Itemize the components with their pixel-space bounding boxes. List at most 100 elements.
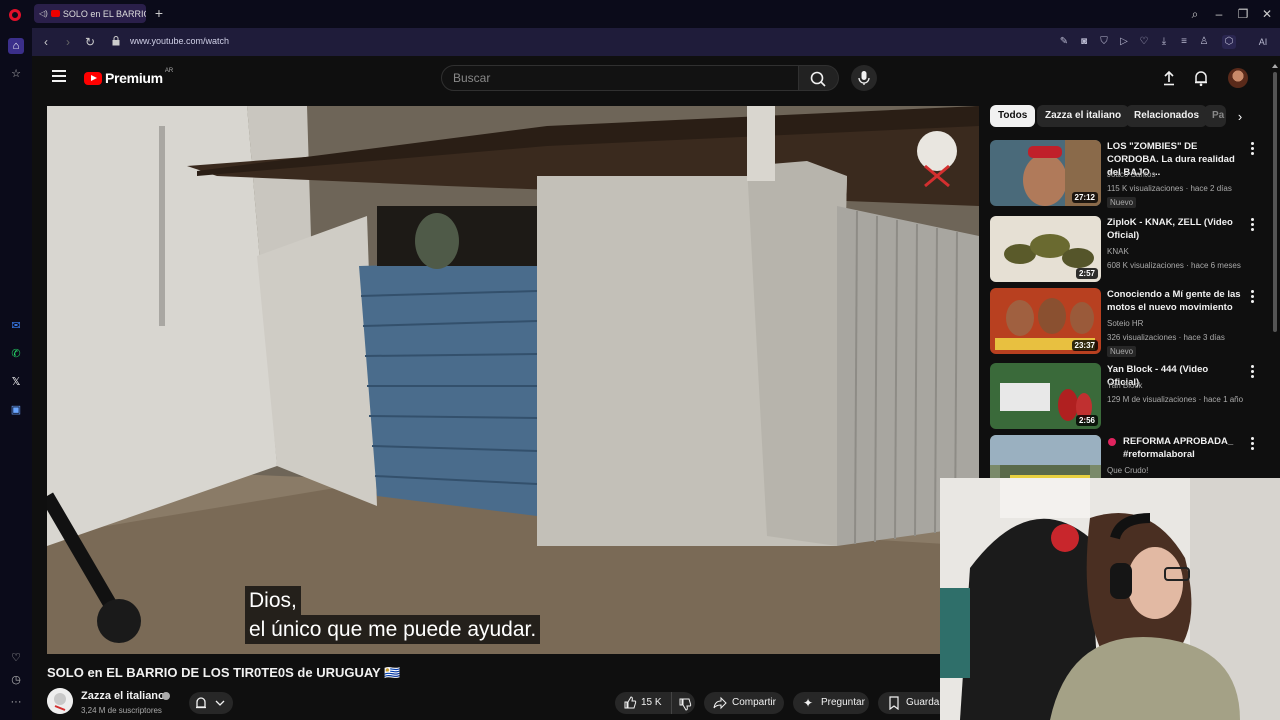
bookmark-icon — [889, 696, 899, 710]
x-icon[interactable]: 𝕏 — [8, 374, 24, 390]
recommendation-title[interactable]: REFORMA APROBADA_ #reformalaboral — [1107, 435, 1241, 461]
extensions-icon[interactable]: ⬡ — [1222, 35, 1236, 49]
chip-related[interactable]: Relacionados — [1126, 105, 1208, 127]
ask-button[interactable]: ✦ Preguntar — [793, 692, 869, 714]
new-badge: Nuevo — [1107, 346, 1137, 357]
share-icon — [713, 696, 727, 710]
favorites-heart-icon[interactable]: ♡ — [8, 650, 24, 666]
download-icon[interactable]: ⤓ — [1157, 35, 1171, 49]
browser-tab-bar: ◁) SOLO en EL BARRIO D + ⌕ – ❐ ✕ — [0, 0, 1280, 28]
recommendation-meta: 129 M de visualizaciones · hace 1 año — [1107, 395, 1244, 404]
like-button[interactable]: 15 K — [615, 692, 665, 714]
history-icon[interactable]: ◷ — [8, 672, 24, 688]
recommendation-meta: 115 K visualizaciones · hace 2 días — [1107, 184, 1232, 193]
recommendation-title[interactable]: ZiploK - KNAK, ZELL (Video Oficial) — [1107, 216, 1241, 242]
recommendation-channel[interactable]: Yan Block — [1107, 381, 1142, 390]
subtitle-captions: Dios, el único que me puede ayudar. — [245, 586, 541, 644]
chip-channel[interactable]: Zazza el italiano — [1037, 105, 1130, 127]
app-icon[interactable]: ▣ — [8, 402, 24, 418]
more-options-icon[interactable] — [1250, 437, 1256, 451]
shield-icon[interactable]: ⛉ — [1097, 35, 1111, 49]
video-thumbnail[interactable]: 23:37 — [990, 288, 1101, 354]
sparkle-icon: ✦ — [803, 696, 814, 710]
verified-icon — [162, 692, 170, 700]
chip-todos[interactable]: Todos — [990, 105, 1036, 127]
share-label: Compartir — [732, 697, 776, 708]
browser-tab[interactable]: ◁) SOLO en EL BARRIO D — [34, 4, 146, 23]
recommendation-channel[interactable]: Joaco Santos — [1107, 170, 1155, 179]
share-button[interactable]: Compartir — [704, 692, 784, 714]
menu-lines-icon[interactable]: ≡ — [1177, 35, 1191, 49]
minimize-button[interactable]: – — [1211, 6, 1227, 22]
new-tab-button[interactable]: + — [152, 6, 166, 20]
more-options-icon[interactable] — [1250, 218, 1256, 232]
recommendation-item[interactable]: 27:12 LOS "ZOMBIES" DE CORDOBA. La dura … — [990, 140, 1254, 208]
youtube-favicon-icon — [50, 10, 60, 17]
search-input[interactable]: Buscar — [441, 65, 799, 91]
more-options-icon[interactable] — [1250, 290, 1256, 304]
search-tabs-icon[interactable]: ⌕ — [1187, 6, 1203, 22]
player-icon[interactable]: ▷ — [1117, 35, 1131, 49]
voice-search-button[interactable] — [851, 65, 877, 91]
subscription-bell-button[interactable] — [189, 692, 233, 714]
address-bar: ‹ › ↻ www.youtube.com/watch ✎ ◙ ⛉ ▷ ♡ ⤓ … — [32, 28, 1280, 56]
recommendation-item[interactable]: 23:37 Conociendo a Mí gente de las motos… — [990, 288, 1254, 357]
whatsapp-icon[interactable]: ✆ — [8, 346, 24, 362]
speaker-icon[interactable]: ◁) — [39, 9, 48, 18]
browser-sidebar: ⌂ ☆ ✉ ✆ 𝕏 ▣ ♡ ◷ ··· — [0, 28, 32, 720]
recommendation-title[interactable]: Conociendo a Mí gente de las motos el nu… — [1107, 288, 1241, 314]
forward-button[interactable]: › — [60, 34, 76, 50]
heart-icon[interactable]: ♡ — [1137, 35, 1151, 49]
home-icon[interactable]: ⌂ — [8, 38, 24, 54]
video-duration: 2:56 — [1075, 415, 1098, 426]
bell-dropdown-icon — [196, 697, 225, 709]
reload-button[interactable]: ↻ — [82, 34, 98, 50]
recommendation-channel[interactable]: Que Crudo! — [1107, 466, 1148, 475]
youtube-play-icon — [84, 71, 102, 85]
recommendation-item[interactable]: 2:56 Yan Block - 444 (Video Oficial) Yan… — [990, 363, 1254, 431]
chevron-right-icon[interactable]: › — [1232, 109, 1248, 125]
dislike-button[interactable] — [671, 692, 695, 714]
scrollbar[interactable] — [1272, 64, 1278, 334]
new-badge: Nuevo — [1107, 197, 1137, 208]
opera-logo-icon[interactable] — [9, 9, 21, 21]
save-label: Guardar — [906, 697, 943, 708]
ai-label: AI — [1258, 37, 1268, 47]
url-field[interactable]: www.youtube.com/watch — [130, 36, 229, 46]
search-icon — [810, 71, 826, 87]
maximize-button[interactable]: ❐ — [1235, 6, 1251, 22]
like-dislike-group: 15 K — [615, 692, 695, 714]
back-button[interactable]: ‹ — [38, 34, 54, 50]
video-player[interactable]: Dios, el único que me puede ayudar. — [47, 106, 979, 654]
close-window-button[interactable]: ✕ — [1259, 6, 1275, 22]
menu-button[interactable] — [52, 70, 66, 82]
video-thumbnail[interactable]: 2:57 — [990, 216, 1101, 282]
notifications-bell-icon[interactable] — [1192, 69, 1210, 87]
microphone-icon — [858, 71, 870, 85]
messenger-icon[interactable]: ✉ — [8, 318, 24, 334]
account-icon[interactable]: ♙ — [1197, 35, 1211, 49]
recommendation-channel[interactable]: KNAK — [1107, 247, 1129, 256]
video-duration: 27:12 — [1071, 192, 1098, 203]
video-thumbnail[interactable]: 27:12 — [990, 140, 1101, 206]
recommendation-channel[interactable]: Soteio HR — [1107, 319, 1143, 328]
chip-more[interactable]: Pa — [1204, 105, 1226, 127]
recommendation-item[interactable]: 2:57 ZiploK - KNAK, ZELL (Video Oficial)… — [990, 216, 1254, 284]
search-button[interactable] — [799, 65, 839, 91]
upload-icon[interactable] — [1160, 69, 1178, 87]
more-icon[interactable]: ··· — [8, 694, 24, 710]
star-icon[interactable]: ☆ — [8, 66, 24, 82]
channel-name[interactable]: Zazza el italiano — [81, 690, 165, 702]
user-avatar[interactable] — [1228, 68, 1248, 88]
ask-label: Preguntar — [821, 697, 865, 708]
edit-icon[interactable]: ✎ — [1057, 35, 1071, 49]
caption-line-1: Dios, — [245, 586, 301, 615]
country-code: AR — [164, 68, 174, 74]
ai-button[interactable]: AI — [1252, 35, 1274, 49]
more-options-icon[interactable] — [1250, 142, 1256, 156]
youtube-logo[interactable]: Premium AR — [84, 68, 174, 86]
channel-avatar[interactable] — [47, 688, 73, 714]
camera-icon[interactable]: ◙ — [1077, 35, 1091, 49]
more-options-icon[interactable] — [1250, 365, 1256, 379]
video-thumbnail[interactable]: 2:56 — [990, 363, 1101, 429]
